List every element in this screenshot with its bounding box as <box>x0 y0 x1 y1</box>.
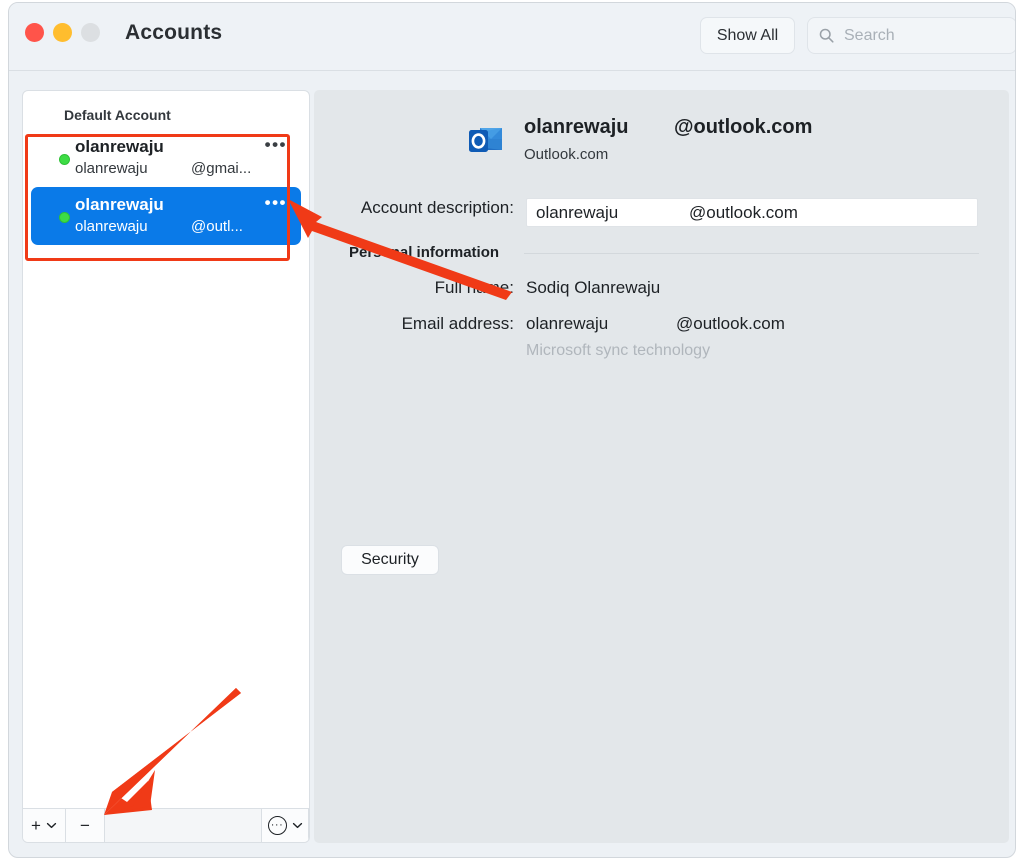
minimize-button[interactable] <box>53 23 72 42</box>
chevron-down-icon <box>292 822 303 829</box>
search-icon <box>818 27 835 44</box>
account-detail-pane: olanrewaju @outlook.com Outlook.com Acco… <box>314 90 1009 843</box>
accounts-window: Accounts Show All Default Account olanre… <box>8 2 1016 858</box>
search-field[interactable] <box>807 17 1016 54</box>
chevron-down-icon <box>46 822 57 829</box>
account-description-domain: @outlook.com <box>689 203 798 223</box>
zoom-button <box>81 23 100 42</box>
account-username: olanrewaju <box>75 160 148 177</box>
account-header-domain: @outlook.com <box>674 116 812 139</box>
window-titlebar: Accounts Show All <box>9 3 1015 71</box>
account-subtitle: olanrewaju @outl... <box>75 218 289 240</box>
account-row-gmail[interactable]: olanrewaju ••• olanrewaju @gmai... <box>31 129 301 187</box>
full-name-value: Sodiq Olanrewaju <box>526 278 660 298</box>
account-header-name: olanrewaju <box>524 116 628 139</box>
search-input[interactable] <box>844 27 1006 45</box>
full-name-label: Full name: <box>435 278 514 298</box>
account-header-service: Outlook.com <box>524 146 608 163</box>
account-description-value: olanrewaju <box>536 203 618 223</box>
toolbar-spacer <box>105 809 262 842</box>
add-account-button[interactable]: + <box>23 809 66 842</box>
account-row-outlook[interactable]: olanrewaju ••• olanrewaju @outl... <box>31 187 301 245</box>
account-actions-button[interactable]: ··· <box>262 809 309 842</box>
account-description-label: Account description: <box>361 198 514 218</box>
close-button[interactable] <box>25 23 44 42</box>
account-username: olanrewaju <box>75 218 148 235</box>
show-all-button[interactable]: Show All <box>700 17 795 54</box>
account-options-button[interactable]: ••• <box>265 193 287 213</box>
email-address-value: olanrewaju <box>526 314 608 334</box>
more-options-icon: ··· <box>268 816 287 835</box>
account-subtitle: olanrewaju @gmai... <box>75 160 289 182</box>
sync-technology-hint: Microsoft sync technology <box>526 342 710 360</box>
sidebar-toolbar: + − ··· <box>23 808 309 842</box>
remove-account-button[interactable]: − <box>66 809 105 842</box>
accounts-sidebar: Default Account olanrewaju ••• olanrewaj… <box>22 90 310 843</box>
account-domain: @gmai... <box>191 160 251 177</box>
account-domain: @outl... <box>191 218 243 235</box>
account-options-button[interactable]: ••• <box>265 135 287 155</box>
status-dot-online <box>59 154 70 165</box>
show-all-label: Show All <box>717 27 778 45</box>
account-description-input[interactable]: olanrewaju @outlook.com <box>526 198 978 227</box>
screenshot-root: Accounts Show All Default Account olanre… <box>0 0 1024 863</box>
sidebar-section-header: Default Account <box>64 107 171 123</box>
traffic-lights <box>25 23 100 42</box>
section-title: Personal information <box>349 244 499 261</box>
section-divider <box>524 253 979 254</box>
security-button-label: Security <box>361 551 419 569</box>
minus-icon: − <box>80 816 90 836</box>
account-name: olanrewaju <box>75 192 289 218</box>
status-dot-online <box>59 212 70 223</box>
plus-icon: + <box>31 816 41 836</box>
security-button[interactable]: Security <box>341 545 439 575</box>
email-address-domain: @outlook.com <box>676 314 785 334</box>
account-name: olanrewaju <box>75 134 289 160</box>
outlook-app-icon <box>466 120 506 160</box>
account-list: olanrewaju ••• olanrewaju @gmai... olanr… <box>23 129 309 245</box>
email-address-label: Email address: <box>402 314 514 334</box>
page-title: Accounts <box>125 21 222 45</box>
